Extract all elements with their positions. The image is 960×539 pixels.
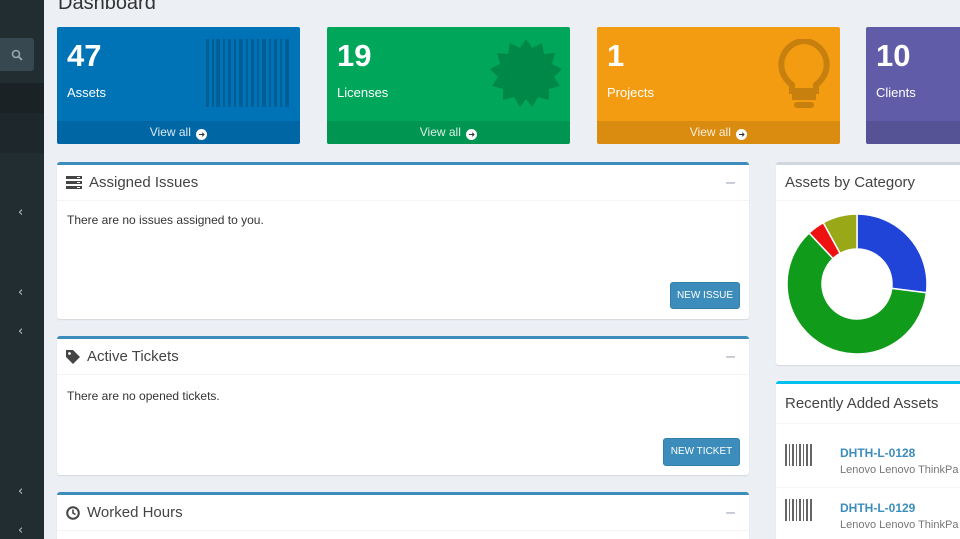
clients-view-all-link[interactable]	[866, 121, 960, 144]
clients-count: 10	[876, 38, 911, 73]
chevron-left-icon[interactable]: ‹	[18, 523, 23, 538]
panel-title: Recently Added Assets	[785, 395, 939, 412]
empty-message: There are no opened tickets.	[67, 389, 220, 403]
new-ticket-button[interactable]: NEW TICKET	[663, 438, 740, 466]
panel-title: Assets by Category	[785, 174, 916, 191]
chevron-left-icon[interactable]: ‹	[18, 205, 23, 220]
sidebar: ‹ ‹ ‹ ‹ ‹	[0, 0, 44, 539]
barcode-icon	[785, 499, 812, 521]
arrow-circle-right-icon: ➜	[196, 129, 208, 140]
collapse-icon[interactable]: –	[726, 504, 735, 522]
projects-view-all-link[interactable]: View all ➜	[597, 121, 840, 144]
clients-box: 10 Clients	[866, 27, 960, 144]
projects-box: 1 Projects View all ➜	[597, 27, 840, 144]
category-donut-chart	[786, 213, 928, 355]
arrow-circle-right-icon: ➜	[736, 129, 748, 140]
page-title: Dashboard	[58, 0, 156, 14]
barcode-icon	[785, 444, 812, 466]
lightbulb-icon	[778, 39, 830, 108]
assets-label: Assets	[67, 85, 107, 100]
clients-label: Clients	[876, 85, 916, 100]
assets-count: 47	[67, 38, 102, 73]
panel-title: Worked Hours	[87, 504, 183, 521]
collapse-icon[interactable]: –	[726, 174, 735, 192]
view-all-label: View all	[419, 125, 461, 139]
assets-by-category-panel: Assets by Category	[776, 162, 960, 365]
worked-hours-panel: Worked Hours –	[57, 492, 749, 539]
empty-message: There are no issues assigned to you.	[67, 213, 264, 227]
view-all-label: View all	[149, 125, 191, 139]
clock-icon	[66, 505, 80, 520]
panel-header: Active Tickets	[57, 339, 749, 375]
asset-link[interactable]: DHTH-L-0128	[840, 446, 915, 460]
assets-view-all-link[interactable]: View all ➜	[57, 121, 300, 144]
sidebar-active-item[interactable]	[0, 83, 44, 113]
list-item[interactable]: DHTH-L-0128 Lenovo Lenovo ThinkPa	[776, 434, 960, 484]
server-list-icon	[66, 176, 82, 189]
assigned-issues-panel: Assigned Issues – There are no issues as…	[57, 162, 749, 319]
panel-header: Worked Hours	[57, 495, 749, 531]
new-issue-button[interactable]: NEW ISSUE	[670, 282, 740, 309]
licenses-label: Licenses	[337, 85, 389, 100]
chevron-left-icon[interactable]: ‹	[18, 285, 23, 300]
search-icon	[11, 49, 23, 61]
asset-description: Lenovo Lenovo ThinkPa	[840, 464, 959, 476]
view-all-label: View all	[689, 125, 731, 139]
certificate-icon	[490, 39, 562, 107]
projects-label: Projects	[607, 85, 654, 100]
assets-box: 47 Assets View all ➜	[57, 27, 300, 144]
tag-icon	[66, 349, 80, 364]
chevron-left-icon[interactable]: ‹	[18, 324, 23, 339]
panel-header: Recently Added Assets	[776, 384, 960, 424]
recent-assets-panel: Recently Added Assets DHTH-L-0128 Lenovo…	[776, 381, 960, 539]
panel-header: Assets by Category	[776, 165, 960, 201]
collapse-icon[interactable]: –	[726, 348, 735, 366]
panel-title: Active Tickets	[87, 348, 179, 365]
projects-count: 1	[607, 38, 625, 73]
panel-header: Assigned Issues	[57, 165, 749, 201]
asset-link[interactable]: DHTH-L-0129	[840, 501, 915, 515]
divider	[776, 487, 960, 488]
arrow-circle-right-icon: ➜	[466, 129, 478, 140]
licenses-box: 19 Licenses View all ➜	[327, 27, 570, 144]
panel-title: Assigned Issues	[89, 174, 199, 191]
donut-slice-0[interactable]	[856, 213, 928, 294]
licenses-view-all-link[interactable]: View all ➜	[327, 121, 570, 144]
list-item[interactable]: DHTH-L-0129 Lenovo Lenovo ThinkPa	[776, 489, 960, 539]
search-button[interactable]	[0, 38, 34, 71]
licenses-count: 19	[337, 38, 372, 73]
sidebar-item[interactable]	[0, 113, 44, 153]
barcode-icon	[206, 39, 289, 107]
chevron-left-icon[interactable]: ‹	[18, 484, 23, 499]
active-tickets-panel: Active Tickets – There are no opened tic…	[57, 336, 749, 475]
asset-description: Lenovo Lenovo ThinkPa	[840, 519, 959, 531]
